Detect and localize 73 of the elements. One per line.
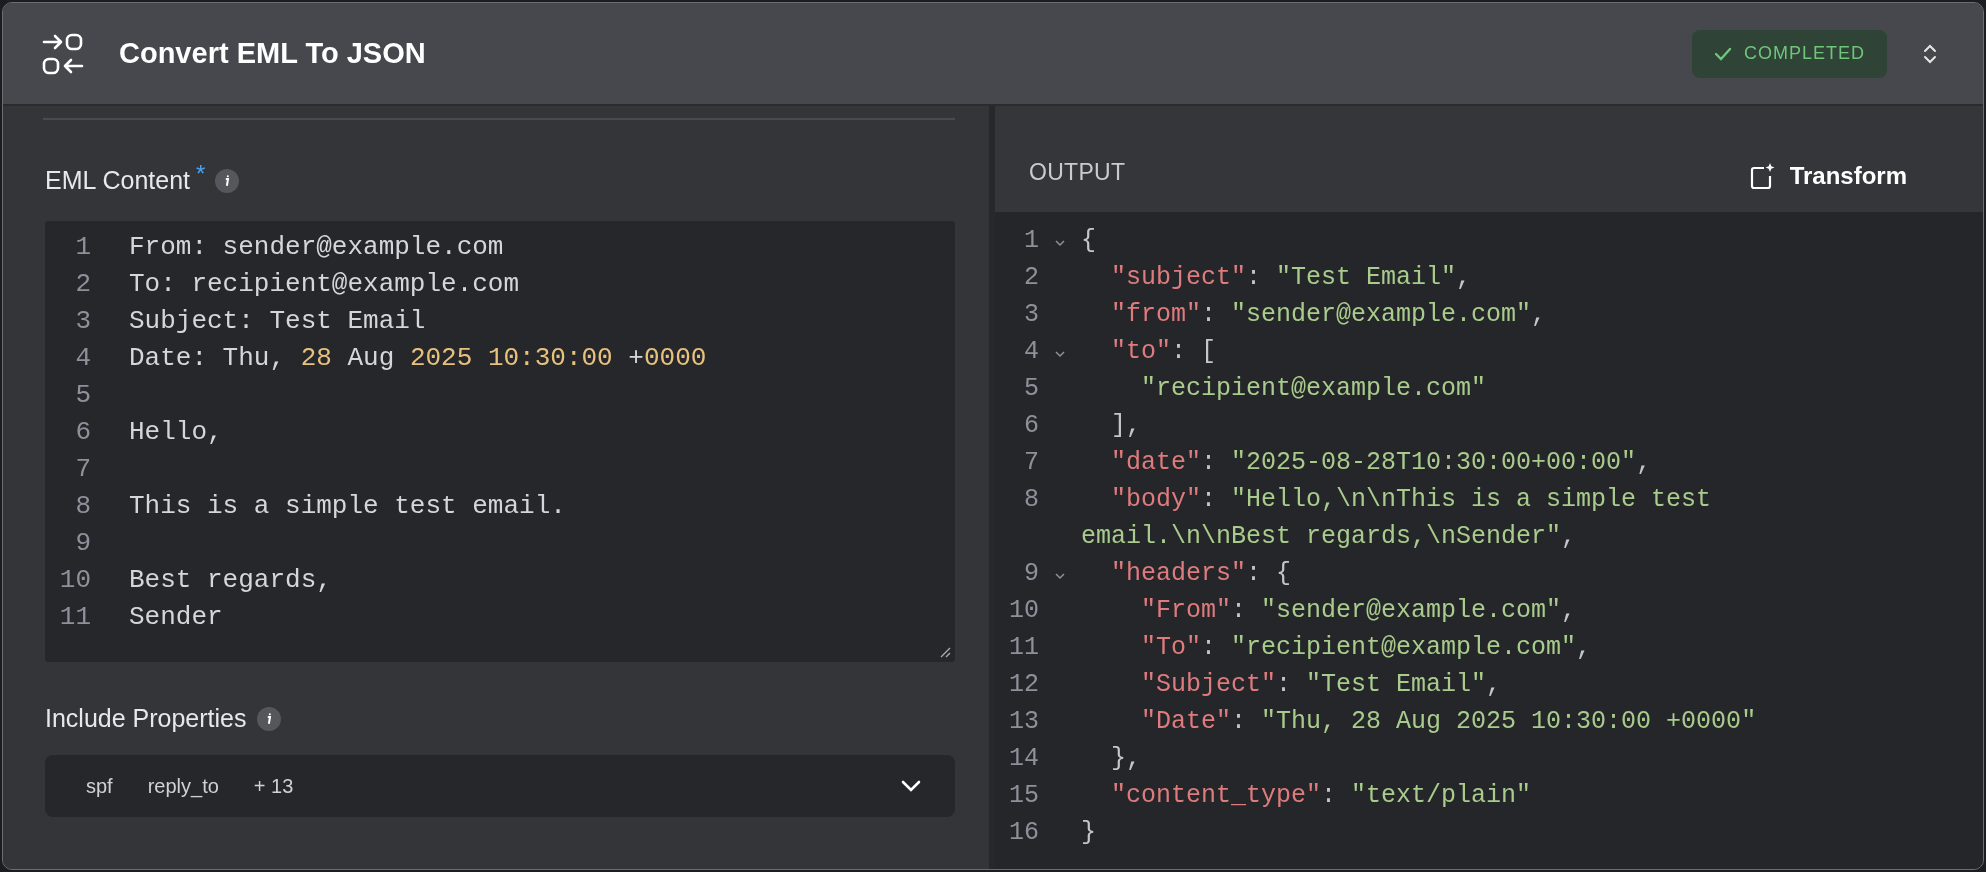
code-line: "from": "sender@example.com", — [1110, 299, 1547, 331]
field-label: Include Properties — [45, 704, 247, 733]
code-line: } — [1081, 817, 1096, 849]
fold-chevron-icon[interactable] — [1054, 349, 1066, 358]
line-number: 10 — [1008, 595, 1039, 627]
fold-chevron-icon[interactable] — [1054, 238, 1066, 247]
line-number: 2 — [1023, 262, 1039, 294]
line-number: 3 — [1023, 299, 1039, 331]
required-mark: * — [196, 160, 206, 188]
line-number: 8 — [74, 490, 91, 523]
line-number: 1 — [1023, 225, 1039, 257]
line-number: 2 — [74, 268, 91, 301]
code-line: From: sender@example.com — [129, 231, 504, 264]
info-icon[interactable] — [215, 168, 240, 193]
property-label: reply_to — [147, 774, 219, 798]
transform-button[interactable]: Transform — [1749, 162, 1907, 190]
line-number: 4 — [1023, 336, 1039, 368]
more-count: + 13 — [253, 774, 294, 798]
line-number: 15 — [1008, 780, 1039, 812]
code-line: Date: Thu, 28 Aug 2025 10:30:00 +0000 — [129, 342, 707, 375]
field-label: EML Content — [45, 166, 190, 195]
line-number: 6 — [74, 416, 91, 449]
code-line: ], — [1110, 410, 1142, 442]
line-number: 9 — [1023, 558, 1039, 590]
code-line: }, — [1110, 743, 1142, 775]
line-number: 9 — [74, 527, 91, 560]
code-line: "Subject": "Test Email", — [1140, 669, 1502, 701]
code-line: "To": "recipient@example.com", — [1140, 632, 1592, 664]
code-line: "to": [ — [1110, 336, 1217, 368]
property-select[interactable]: spf reply_to + 13 — [45, 755, 955, 817]
line-number: 5 — [74, 379, 91, 412]
line-number: 7 — [74, 453, 91, 486]
code-line: This is a simple test email. — [129, 490, 566, 523]
sparkle-frame-icon — [1749, 162, 1776, 190]
line-number: 8 — [1023, 484, 1039, 516]
code-line: { — [1081, 225, 1096, 257]
line-number: 5 — [1023, 373, 1039, 405]
info-icon[interactable] — [256, 706, 281, 731]
line-number: 12 — [1008, 669, 1039, 701]
line-number: 4 — [74, 342, 91, 375]
code-line: "date": "2025-08-28T10:30:00+00:00", — [1110, 447, 1652, 479]
panel-title: OUTPUT — [1029, 159, 1126, 186]
code-line: "body": "Hello,\n\nThis is a simple test email.\n\nBest regards,\nSender", — [1081, 484, 1713, 553]
line-number: 14 — [1008, 743, 1039, 775]
code-line: "content_type": "text/plain" — [1110, 780, 1532, 812]
line-number: 16 — [1008, 817, 1039, 849]
code-line: Hello, — [129, 416, 223, 449]
resize-handle-icon[interactable] — [939, 646, 951, 658]
code-line: "recipient@example.com" — [1140, 373, 1487, 405]
window-title: Convert EML To JSON — [119, 37, 427, 70]
line-number: 11 — [1008, 632, 1039, 664]
fold-chevron-icon[interactable] — [1054, 571, 1066, 580]
code-line: To: recipient@example.com — [129, 268, 520, 301]
code-line: "Date": "Thu, 28 Aug 2025 10:30:00 +0000" — [1140, 706, 1757, 738]
code-editor[interactable]: 1 From: sender@example.com 2 To: recipient@example.com 3 Subject: Test Email 4 Date: Thu, 28 Aug 2025 10:30:00 +0000 5 6 Hello, 7 8 This is a simple test email. 9 10 Best regards, 11 Sender — [45, 221, 955, 662]
line-number: 10 — [58, 564, 91, 597]
line-number: 6 — [1023, 410, 1039, 442]
code-line: Best regards, — [129, 564, 332, 597]
convert-arrows-icon — [41, 31, 85, 76]
chevron-down-icon[interactable] — [901, 780, 921, 792]
expand-collapse-icon[interactable] — [1923, 42, 1937, 65]
code-line: Subject: Test Email — [129, 305, 426, 338]
code-line: "From": "sender@example.com", — [1140, 595, 1577, 627]
line-number: 7 — [1023, 447, 1039, 479]
line-number: 13 — [1008, 706, 1039, 738]
status-badge: COMPLETED — [1691, 29, 1887, 78]
code-line: "headers": { — [1110, 558, 1292, 590]
property-label: spf — [86, 774, 113, 798]
line-number: 1 — [74, 231, 91, 264]
code-line: Sender — [129, 601, 223, 634]
line-number: 11 — [58, 601, 91, 634]
code-line: "subject": "Test Email", — [1110, 262, 1472, 294]
line-number: 3 — [74, 305, 91, 338]
